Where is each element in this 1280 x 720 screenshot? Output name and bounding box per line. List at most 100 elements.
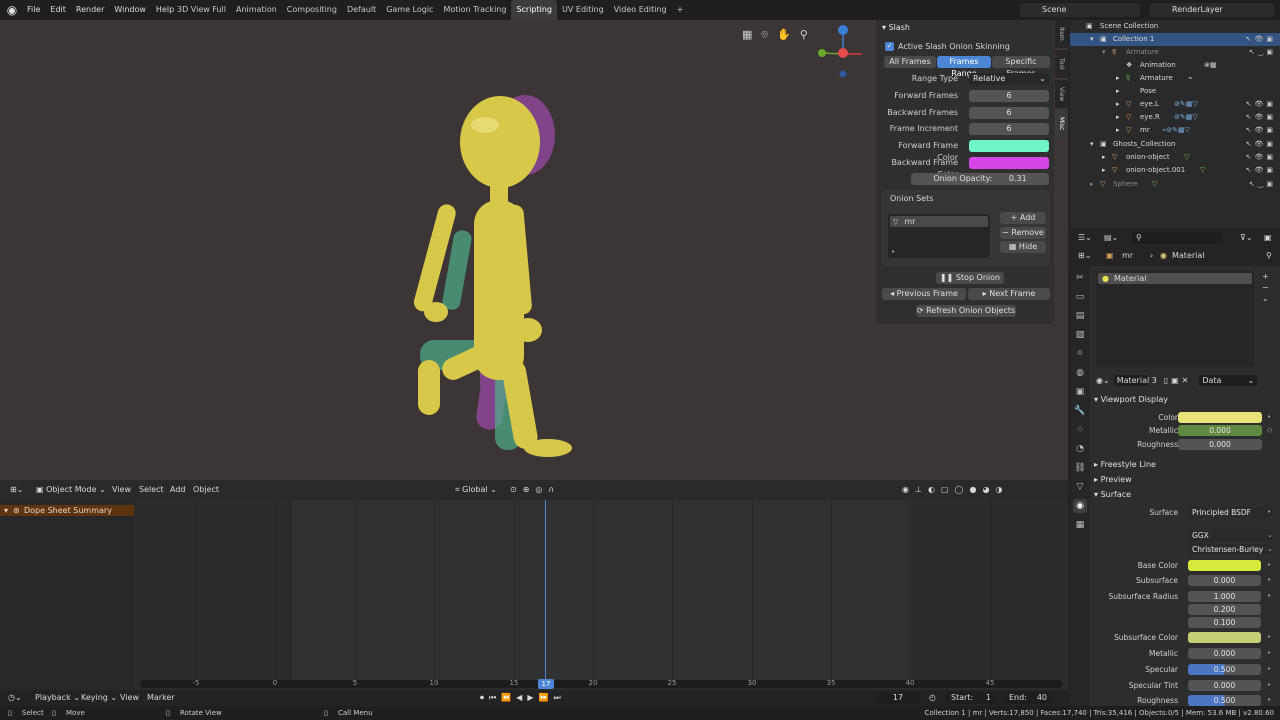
outliner-search-input[interactable]: ⚲ [1132, 232, 1222, 244]
current-frame-field[interactable]: 17 [876, 692, 920, 704]
panel-header[interactable]: ▾ Slash [882, 22, 910, 34]
visibility-toggles[interactable]: ↖👁▣ [1246, 151, 1276, 164]
hand-pan-icon[interactable]: ✋ [777, 28, 800, 41]
visibility-toggles[interactable]: ↖👁▣ [1246, 124, 1276, 137]
menu-timeline-view[interactable]: View [120, 692, 139, 704]
duplicate-icon[interactable]: ▣ [1171, 376, 1182, 385]
subsurface-color-swatch[interactable] [1188, 632, 1261, 643]
editor-type-icon[interactable]: ⊞⌄ [10, 484, 23, 496]
snap-icon[interactable]: ⊕ [523, 485, 536, 494]
expand-right-icon[interactable]: ▸ [1102, 164, 1106, 177]
range-type-dropdown[interactable]: Relative ⌄ [969, 73, 1049, 85]
material-slot-list[interactable]: ● Material [1096, 271, 1254, 367]
gizmo-icon[interactable]: ⊥ [915, 485, 928, 494]
expand-right-icon[interactable]: ▸ [1116, 98, 1120, 111]
scene-tab-icon[interactable]: ⌾ [1073, 347, 1087, 361]
start-frame-field[interactable]: Start: 1 [945, 692, 997, 704]
tab-game-logic[interactable]: Game Logic [381, 0, 438, 20]
chevron-down-icon[interactable]: ⌄ [1267, 544, 1273, 555]
expand-down-icon[interactable]: ▾ [1090, 138, 1094, 151]
onion-opacity-slider[interactable]: Onion Opacity: 0.31 [911, 173, 1049, 185]
distribution-dropdown[interactable]: GGX [1188, 530, 1272, 541]
socket-dot-icon[interactable]: • [1267, 507, 1271, 518]
tab-tool[interactable]: Tool [1055, 50, 1068, 78]
socket-dot-icon[interactable]: • [1267, 680, 1271, 691]
specular-tint-field[interactable]: 0.000 [1188, 680, 1261, 691]
outliner-row-eye-l[interactable]: ▸ ▽ eye.L ⊘✎▦▽ ↖👁▣ [1070, 98, 1280, 111]
expand-right-icon[interactable]: ▸ [1090, 178, 1094, 191]
outliner-row-onion-object[interactable]: ▸ ▽ onion-object ▽ ↖👁▣ [1070, 151, 1280, 164]
vd-roughness-field[interactable]: 0.000 [1178, 439, 1262, 450]
expand-right-icon[interactable]: ▸ [1116, 72, 1120, 85]
new-collection-icon[interactable]: ▣ [1264, 233, 1272, 242]
remove-slot-icon[interactable]: − [1262, 282, 1269, 293]
pivot-icon[interactable]: ⊙ [510, 485, 523, 494]
playhead[interactable] [545, 500, 546, 688]
data-tab-icon[interactable]: ▽ [1073, 480, 1087, 494]
tab-video-editing[interactable]: Video Editing [609, 0, 672, 20]
blender-logo-icon[interactable]: ◉ [5, 3, 19, 17]
metallic-field[interactable]: 0.000 [1188, 648, 1261, 659]
current-frame-marker[interactable]: 17 [538, 679, 554, 689]
tool-tab-icon[interactable]: ✂ [1073, 271, 1087, 285]
subsurface-radius-y[interactable]: 0.200 [1188, 604, 1261, 615]
unlink-icon[interactable]: ✕ [1182, 376, 1192, 385]
visibility-toggles[interactable]: ↖‿▣ [1249, 46, 1276, 59]
socket-dot-icon[interactable]: • [1267, 632, 1271, 643]
outliner-row-armature-data[interactable]: ▸ ☿ Armature ⌁ [1070, 72, 1280, 85]
visibility-toggles[interactable]: ↖👁▣ [1246, 33, 1276, 46]
specular-slider[interactable]: 0.500 [1188, 664, 1261, 675]
socket-dot-icon[interactable]: • [1267, 648, 1271, 659]
menu-playback[interactable]: Playback ⌄ [35, 692, 80, 704]
record-icon[interactable]: ⏺ [480, 693, 489, 702]
outliner-row-eye-r[interactable]: ▸ ▽ eye.R ⊘✎▦▽ ↖👁▣ [1070, 111, 1280, 124]
scene-selector[interactable]: Scene [1020, 3, 1140, 17]
tab-misc[interactable]: Misc [1055, 110, 1068, 138]
mode-dropdown[interactable]: ▣ Object Mode ⌄ [36, 484, 106, 496]
forward-color-swatch[interactable] [969, 140, 1049, 152]
frame-increment-field[interactable]: 6 [969, 123, 1049, 135]
socket-dot-icon[interactable]: • [1267, 560, 1271, 571]
outliner-row-scene-collection[interactable]: ▣ Scene Collection [1070, 20, 1280, 33]
dope-sheet[interactable]: ▾ ⊛ Dope Sheet Summary -5 0 5 10 15 20 2… [0, 500, 1068, 690]
freestyle-line-section[interactable]: ▸ Freestyle Line [1094, 459, 1156, 471]
menu-file[interactable]: File [22, 0, 45, 20]
jump-start-icon[interactable]: ⏮ [489, 693, 501, 702]
wireframe-shading-icon[interactable]: ◯ [955, 485, 970, 494]
world-tab-icon[interactable]: ◍ [1073, 366, 1087, 380]
falloff-icon[interactable]: ∩ [548, 485, 560, 494]
roughness-slider[interactable]: 0.500 [1188, 695, 1261, 706]
expand-right-icon[interactable]: ▸ [1116, 85, 1120, 98]
material-name-field[interactable]: Material [1113, 374, 1149, 386]
play-reverse-icon[interactable]: ◀ [516, 693, 527, 702]
material-browse-icon[interactable]: ◉⌄ [1096, 376, 1110, 385]
visibility-toggles[interactable]: ↖👁▣ [1246, 138, 1276, 151]
menu-window[interactable]: Window [109, 0, 151, 20]
socket-dot-icon[interactable]: • [1267, 695, 1271, 706]
rendered-shading-icon[interactable]: ◑ [995, 485, 1008, 494]
menu-select[interactable]: Select [139, 484, 164, 496]
proportional-icon[interactable]: ◎ [535, 485, 548, 494]
stopwatch-icon[interactable]: ◴ [929, 692, 936, 704]
view-layer-tab-icon[interactable]: ▧ [1073, 328, 1087, 342]
tab-uv-editing[interactable]: UV Editing [557, 0, 609, 20]
subsurface-radius-z[interactable]: 0.100 [1188, 617, 1261, 628]
outliner-row-sphere[interactable]: ▸ ▽ Sphere ▽ ↖‿▣ [1070, 178, 1280, 191]
overlay-icon[interactable]: ◐ [928, 485, 941, 494]
expand-right-icon[interactable]: ▸ [1116, 111, 1120, 124]
camera-icon[interactable]: ⌾ [761, 28, 777, 41]
visibility-icon[interactable]: ◉ [902, 485, 915, 494]
jump-end-icon[interactable]: ⏭ [553, 693, 565, 702]
grid-icon[interactable]: ▦ [742, 28, 761, 41]
render-tab-icon[interactable]: ▭ [1073, 290, 1087, 304]
pin-icon[interactable]: ⚲ [1266, 251, 1272, 260]
editor-type-icon[interactable]: ☰⌄ [1078, 233, 1092, 242]
onion-set-item-mr[interactable]: ▽ mr [890, 216, 988, 227]
outliner-row-armature[interactable]: ▾ ☿ Armature ↖‿▣ [1070, 46, 1280, 59]
expand-down-icon[interactable]: ▾ [1090, 33, 1094, 46]
stop-onion-button[interactable]: ❚❚ Stop Onion [936, 272, 1004, 284]
next-key-icon[interactable]: ⏩ [538, 693, 553, 702]
dope-sheet-summary[interactable]: ▾ ⊛ Dope Sheet Summary [0, 505, 134, 516]
add-onion-set-button[interactable]: + Add [1000, 212, 1046, 224]
forward-frames-field[interactable]: 6 [969, 90, 1049, 102]
